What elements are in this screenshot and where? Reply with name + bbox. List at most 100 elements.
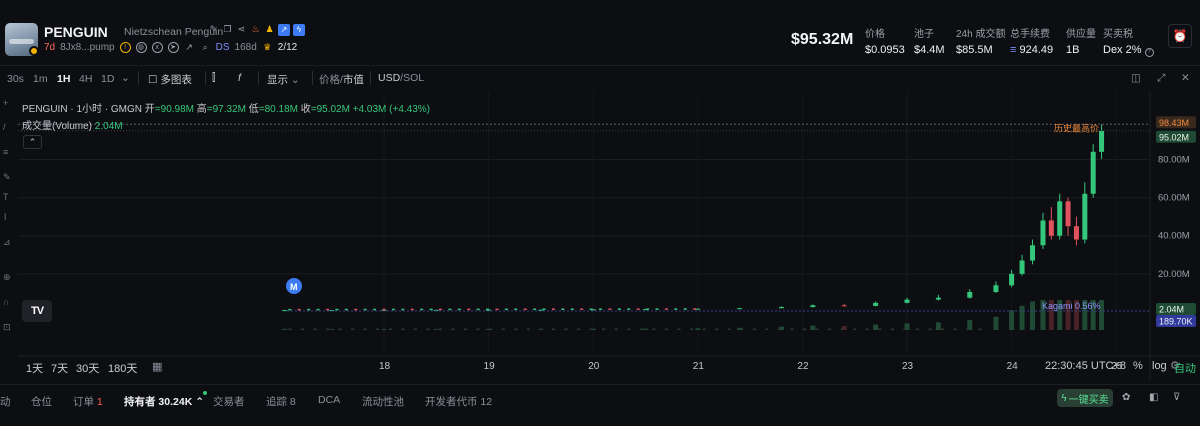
tab-dca[interactable]: DCA bbox=[318, 394, 340, 406]
sidebar-panel-icon[interactable]: ◧ bbox=[1149, 392, 1160, 403]
collapse-legend-button[interactable]: ⌃ bbox=[23, 135, 42, 149]
warning-icon[interactable]: ! bbox=[119, 42, 131, 53]
external-link-icon[interactable]: ↗ bbox=[184, 42, 195, 53]
quick-buy-label: 一键买卖 bbox=[1068, 394, 1109, 406]
range-30d[interactable]: 30天 bbox=[76, 360, 99, 376]
usd-option[interactable]: USD bbox=[378, 72, 400, 84]
volume-bar bbox=[765, 328, 769, 330]
candle-body bbox=[664, 308, 668, 310]
timeframe-1m[interactable]: 1m bbox=[33, 73, 48, 85]
close-icon[interactable]: ✕ bbox=[1181, 72, 1190, 84]
candle-body bbox=[646, 308, 650, 310]
range-7d[interactable]: 7天 bbox=[51, 360, 68, 376]
token-symbol: PENGUIN bbox=[44, 24, 108, 40]
volume-bar bbox=[438, 328, 442, 330]
globe-icon[interactable]: ◍ bbox=[135, 42, 147, 53]
token-address[interactable]: 8Jx8...pump bbox=[60, 42, 114, 53]
price-mcap-toggle[interactable]: 价格/市值 bbox=[319, 72, 364, 87]
volume-bar bbox=[351, 328, 355, 330]
ath-price-label: 98.43M bbox=[1159, 118, 1189, 128]
calendar-range-icon[interactable]: ▦ bbox=[152, 360, 162, 373]
tab-positions[interactable]: 仓位 bbox=[31, 394, 52, 409]
migration-marker-label: M bbox=[290, 282, 298, 292]
lightning-box-icon[interactable]: ϟ bbox=[293, 24, 305, 36]
auto-scale-toggle[interactable]: 自动 bbox=[1174, 360, 1196, 376]
volume-bar bbox=[1030, 301, 1036, 330]
sol-option[interactable]: SOL bbox=[403, 72, 424, 84]
tab-orders[interactable]: 订单 1 bbox=[73, 394, 103, 409]
share-icon[interactable]: ⋖ bbox=[236, 24, 247, 35]
range-1d[interactable]: 1天 bbox=[26, 360, 43, 376]
ds-badge[interactable]: DS bbox=[216, 42, 230, 53]
tab-traders[interactable]: 交易者 bbox=[213, 394, 245, 409]
volume-bar bbox=[433, 329, 439, 330]
mcap-option[interactable]: 市值 bbox=[343, 74, 364, 86]
candle-body bbox=[542, 308, 546, 311]
holder-fraction: 2/12 bbox=[277, 42, 298, 53]
toolbar-divider bbox=[312, 71, 313, 85]
volume-bar bbox=[1009, 310, 1015, 330]
fees-value: 924.49 bbox=[1019, 44, 1054, 56]
volume-bar bbox=[702, 328, 706, 330]
tradingview-logo[interactable]: TV bbox=[22, 300, 52, 322]
sol-icon: ≡ bbox=[1010, 44, 1017, 56]
function-icon[interactable]: f bbox=[238, 72, 241, 84]
tab-activity[interactable]: 动 bbox=[0, 394, 11, 409]
stat-key: 池子 bbox=[914, 29, 934, 40]
tab-dev-tokens[interactable]: 开发者代币 12 bbox=[425, 394, 492, 409]
candle-body bbox=[841, 305, 847, 307]
chart-clock[interactable]: 22:30:45 UTC+8 bbox=[1045, 360, 1126, 372]
candle-body bbox=[420, 308, 424, 311]
candle-body bbox=[570, 308, 574, 310]
flame-icon[interactable]: ♨ bbox=[250, 24, 261, 35]
volume-bar bbox=[853, 328, 857, 330]
timeframe-dropdown-icon[interactable]: ⌄ bbox=[121, 72, 130, 84]
camera-icon[interactable]: ◫ bbox=[1131, 72, 1141, 84]
display-dropdown[interactable]: 显示 ⌄ bbox=[267, 72, 300, 87]
volume-bar bbox=[288, 328, 292, 330]
help-icon[interactable]: ? bbox=[1144, 47, 1154, 57]
tab-tracking[interactable]: 追踪 8 bbox=[266, 394, 296, 409]
timeframe-1h[interactable]: 1H bbox=[57, 73, 70, 85]
multi-chart-button[interactable]: ☐ 多图表 bbox=[148, 72, 192, 87]
copy-icon[interactable]: ❐ bbox=[222, 24, 233, 35]
chart-box-icon[interactable]: ↗ bbox=[278, 24, 290, 36]
volume-bar bbox=[903, 328, 907, 330]
timeframe-1d[interactable]: 1D bbox=[101, 73, 114, 85]
volume-bar bbox=[752, 328, 756, 330]
tab-liquidity-pool[interactable]: 流动性池 bbox=[362, 394, 404, 409]
chart-grid bbox=[18, 92, 1150, 352]
settings-flower-icon[interactable]: ✿ bbox=[1122, 392, 1133, 403]
candle-body bbox=[1099, 130, 1105, 152]
chevron-up-icon: ⌃ bbox=[28, 136, 37, 147]
multi-chart-label: 多图表 bbox=[160, 74, 192, 86]
filter-icon[interactable]: ⊽ bbox=[1173, 392, 1184, 403]
fullscreen-icon[interactable]: ⤢ bbox=[1157, 72, 1165, 85]
volume-bar bbox=[652, 328, 656, 330]
telegram-icon[interactable]: ➤ bbox=[167, 42, 179, 53]
volume-bar bbox=[313, 328, 317, 330]
quick-buy-button[interactable]: ϟ 一键买卖 bbox=[1057, 389, 1113, 407]
legend-close-key: 收 bbox=[300, 104, 311, 115]
timeframe-4h[interactable]: 4H bbox=[79, 73, 92, 85]
price-chart[interactable]: 历史最高价 Kagami 0.56% M 98.43M 95.02M 2.04M 189.7… bbox=[0, 92, 1200, 380]
users-icon[interactable]: ♟ bbox=[264, 24, 275, 35]
price-option[interactable]: 价格 bbox=[319, 74, 340, 86]
x-social-icon[interactable]: x bbox=[151, 42, 163, 53]
timeframe-30s[interactable]: 30s bbox=[7, 73, 24, 85]
range-180d[interactable]: 180天 bbox=[108, 360, 137, 376]
candle-body bbox=[1030, 245, 1036, 261]
search-icon[interactable]: ⌕ bbox=[200, 42, 211, 53]
currency-toggle[interactable]: USD/SOL bbox=[378, 72, 424, 84]
tab-holders[interactable]: 持有者 30.24K ⌃ bbox=[124, 394, 204, 409]
candle-body bbox=[674, 308, 678, 310]
candle-body bbox=[1040, 220, 1046, 246]
volume-price-label: 2.04M bbox=[1159, 305, 1184, 315]
log-scale-toggle[interactable]: log bbox=[1152, 360, 1167, 372]
percent-scale-toggle[interactable]: % bbox=[1133, 360, 1143, 372]
volume-bar bbox=[577, 328, 581, 330]
candle-body bbox=[335, 308, 339, 311]
alarm-clock-button[interactable]: ⏰ bbox=[1168, 24, 1192, 48]
edit-icon[interactable]: ✎ bbox=[208, 24, 219, 35]
indicators-icon[interactable]: ⫿ bbox=[212, 72, 215, 85]
